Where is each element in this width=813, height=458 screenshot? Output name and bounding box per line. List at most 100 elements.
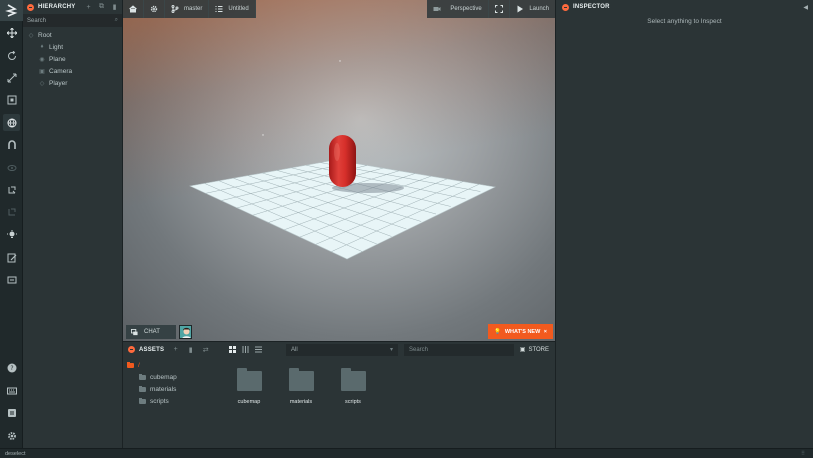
folder-label: cubemap bbox=[150, 373, 177, 381]
search-icon: ⌕ bbox=[114, 17, 118, 23]
frame-selection-icon[interactable] bbox=[3, 159, 20, 176]
status-text: deselect bbox=[5, 450, 26, 457]
tree-item-plane[interactable]: ◉ Plane bbox=[23, 53, 122, 65]
folder-scripts[interactable]: scripts bbox=[123, 395, 223, 407]
branch-icon bbox=[171, 5, 179, 13]
whats-new-label: WHAT'S NEW bbox=[504, 328, 541, 335]
world-space-icon[interactable] bbox=[3, 114, 20, 131]
scene-viewport[interactable]: master Untitled Perspective Launch CHAT … bbox=[123, 0, 555, 341]
grid-view-icon[interactable] bbox=[229, 346, 236, 353]
hierarchy-search-input[interactable]: Search ⌕ bbox=[23, 14, 122, 27]
fullscreen-icon bbox=[495, 5, 504, 13]
editor-app: ? HIERARCHY + ⧉ ▮ Search ⌕ ◇ Root ♦ Ligh… bbox=[0, 0, 813, 458]
duplicate-entity-icon[interactable]: ⧉ bbox=[98, 3, 105, 11]
resize-grip-icon[interactable]: ⠿ bbox=[801, 451, 805, 457]
asset-tile-materials[interactable]: materials bbox=[285, 368, 317, 405]
assets-header: ASSETS + ▮ ⇄ All ▾ Search ▣ STORE bbox=[123, 342, 555, 357]
asset-type-filter[interactable]: All ▾ bbox=[286, 343, 398, 356]
gear-icon bbox=[150, 5, 158, 13]
tree-item-player[interactable]: ◇ Player bbox=[23, 77, 122, 89]
root-entity-icon: ◇ bbox=[28, 32, 34, 39]
collapse-panel-icon[interactable] bbox=[562, 3, 569, 11]
lightbulb-icon: 💡 bbox=[494, 328, 501, 335]
launch-label: Launch bbox=[529, 6, 549, 12]
move-icon[interactable] bbox=[3, 24, 20, 41]
rotate-icon[interactable] bbox=[3, 47, 20, 64]
feedback-icon[interactable] bbox=[3, 404, 20, 421]
scene-name-button[interactable]: Untitled bbox=[209, 0, 256, 18]
tree-item-light[interactable]: ♦ Light bbox=[23, 41, 122, 53]
asset-label: scripts bbox=[345, 399, 361, 405]
code-editor-icon[interactable] bbox=[3, 249, 20, 266]
collapse-arrow-icon[interactable]: ◀ bbox=[803, 4, 808, 11]
refresh-icon[interactable]: ⇄ bbox=[202, 346, 209, 354]
magnet-snap-icon[interactable] bbox=[3, 136, 20, 153]
chat-button[interactable]: CHAT bbox=[126, 325, 176, 339]
asset-tile-scripts[interactable]: scripts bbox=[337, 368, 369, 405]
folder-icon bbox=[139, 373, 146, 380]
asset-search-input[interactable]: Search bbox=[404, 343, 514, 356]
whats-new-button[interactable]: 💡 WHAT'S NEW × bbox=[488, 324, 553, 339]
add-entity-icon[interactable]: + bbox=[85, 4, 92, 11]
small-grid-view-icon[interactable] bbox=[242, 346, 249, 353]
branch-button[interactable]: master bbox=[165, 0, 210, 18]
store-button[interactable]: ▣ STORE bbox=[520, 346, 549, 354]
publish-icon[interactable] bbox=[3, 271, 20, 288]
lightmapper-icon[interactable] bbox=[3, 226, 20, 243]
tree-item-root[interactable]: ◇ Root bbox=[23, 29, 122, 41]
assets-title: ASSETS bbox=[139, 346, 165, 353]
asset-search-placeholder: Search bbox=[409, 346, 429, 353]
folder-cubemap[interactable]: cubemap bbox=[123, 371, 223, 383]
folder-icon bbox=[139, 397, 146, 404]
asset-tile-cubemap[interactable]: cubemap bbox=[233, 368, 265, 405]
asset-grid: cubemap materials scripts bbox=[233, 368, 369, 405]
playcanvas-logo-icon[interactable] bbox=[0, 0, 23, 21]
asset-type-filter-value: All bbox=[291, 346, 298, 353]
collapse-panel-icon[interactable] bbox=[128, 346, 135, 353]
add-asset-icon[interactable]: + bbox=[172, 346, 179, 353]
folder-label: materials bbox=[150, 385, 177, 393]
camera-select[interactable]: Perspective bbox=[427, 0, 490, 18]
entity-tree: ◇ Root ♦ Light ◉ Plane ▣ Camera ◇ Player bbox=[23, 27, 122, 89]
asset-label: materials bbox=[289, 399, 313, 405]
folder-label: scripts bbox=[150, 397, 169, 405]
controls-icon[interactable] bbox=[3, 382, 20, 399]
user-avatar[interactable] bbox=[179, 325, 192, 339]
branch-label: master bbox=[184, 6, 203, 12]
camera-select-label: Perspective bbox=[450, 6, 482, 12]
launch-button[interactable]: Launch bbox=[510, 0, 555, 18]
tree-item-label: Root bbox=[38, 31, 52, 39]
model-icon: ◉ bbox=[39, 56, 45, 63]
hierarchy-title: HIERARCHY bbox=[38, 4, 76, 10]
hierarchy-search-placeholder: Search bbox=[27, 17, 47, 24]
folder-root[interactable]: / bbox=[123, 359, 223, 371]
folder-icon bbox=[236, 368, 262, 391]
tree-item-camera[interactable]: ▣ Camera bbox=[23, 65, 122, 77]
help-icon[interactable]: ? bbox=[3, 359, 20, 376]
home-button[interactable] bbox=[123, 0, 144, 18]
store-label: STORE bbox=[528, 346, 549, 353]
resize-icon[interactable] bbox=[3, 91, 20, 108]
tree-item-label: Light bbox=[49, 43, 64, 51]
folder-materials[interactable]: materials bbox=[123, 383, 223, 395]
undo-icon[interactable] bbox=[3, 181, 20, 198]
viewport-toolbar-right: Perspective Launch bbox=[427, 0, 555, 18]
status-bar: deselect ⠿ bbox=[0, 448, 813, 458]
folder-root-label: / bbox=[138, 361, 140, 369]
collapse-panel-icon[interactable] bbox=[27, 3, 34, 11]
scene-settings-button[interactable] bbox=[144, 0, 165, 18]
delete-entity-icon[interactable]: ▮ bbox=[111, 4, 118, 11]
delete-asset-icon[interactable]: ▮ bbox=[187, 346, 194, 354]
viewport-toolbar-left: master Untitled bbox=[123, 0, 256, 18]
settings-icon[interactable] bbox=[3, 427, 20, 444]
tree-item-label: Plane bbox=[49, 55, 66, 63]
scene-name-label: Untitled bbox=[228, 6, 249, 12]
fullscreen-button[interactable] bbox=[489, 0, 511, 18]
close-icon[interactable]: × bbox=[544, 329, 547, 335]
hierarchy-header: HIERARCHY + ⧉ ▮ bbox=[23, 0, 122, 14]
redo-icon[interactable] bbox=[3, 203, 20, 220]
list-view-icon[interactable] bbox=[255, 346, 262, 353]
tree-item-label: Camera bbox=[49, 67, 73, 75]
scale-icon[interactable] bbox=[3, 69, 20, 86]
svg-text:?: ? bbox=[10, 365, 13, 372]
